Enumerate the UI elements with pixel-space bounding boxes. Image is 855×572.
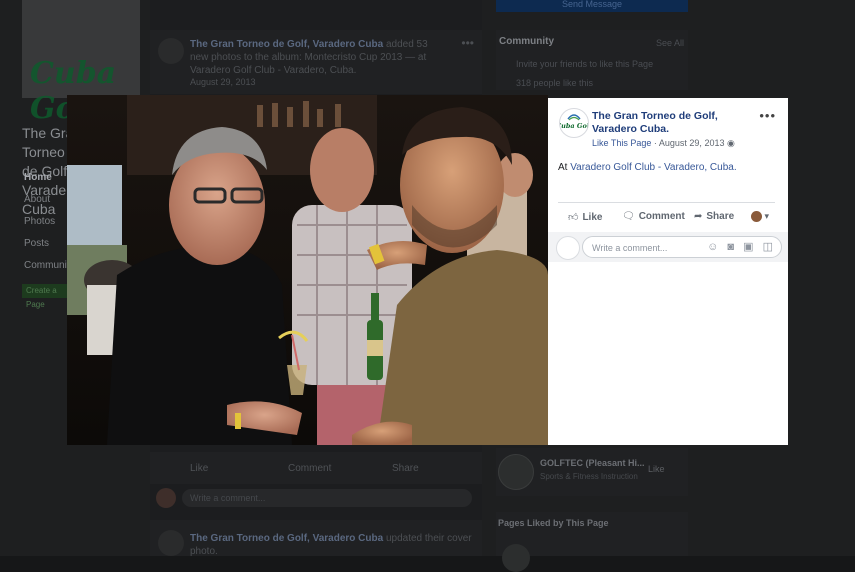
location-link[interactable]: Varadero Golf Club - Varadero, Cuba. (570, 162, 736, 173)
cuba-golf-logo-icon: Cuba Golf (560, 114, 588, 130)
post-more-icon[interactable]: ••• (461, 36, 474, 50)
divider (558, 202, 775, 203)
camera-icon[interactable]: ◙ (727, 241, 734, 253)
post-comment-row: Write a comment... (156, 488, 476, 510)
comment-label: Comment (638, 211, 685, 222)
share-label: Share (706, 211, 735, 222)
post-share-button[interactable]: Share (392, 463, 419, 474)
svg-text:Cuba Golf: Cuba Golf (560, 122, 588, 130)
post-2-page-name[interactable]: The Gran Torneo de Golf, Varadero Cuba (190, 533, 383, 544)
likes-count: 318 people like this (516, 78, 594, 88)
chevron-down-icon: ▾ (764, 211, 770, 221)
post-comment-button[interactable]: Comment (288, 463, 331, 474)
lightbox-page-name[interactable]: The Gran Torneo de Golf, Varadero Cuba. (592, 110, 762, 136)
like-this-page-link[interactable]: Like This Page (592, 138, 651, 148)
comment-button[interactable]: 🗨︎ Comment (622, 211, 685, 222)
pages-liked-box: Pages Liked by This Page (496, 512, 688, 572)
reaction-selector[interactable]: ▾ (751, 211, 770, 223)
suggested-page-avatar[interactable] (498, 454, 534, 490)
suggested-page-like-button[interactable]: Like (648, 464, 665, 474)
sticker-icon[interactable]: ◫ (763, 241, 773, 253)
page-avatar[interactable]: Cuba Golf (559, 108, 589, 138)
create-page-button[interactable]: Create a Page (22, 284, 71, 309)
lightbox-date[interactable]: August 29, 2013 (659, 138, 725, 148)
commenter-avatar (156, 488, 176, 508)
post-text: The Gran Torneo de Golf, Varadero Cuba a… (190, 38, 440, 77)
share-button[interactable]: ➦ Share (694, 211, 734, 222)
post-header: The Gran Torneo de Golf, Varadero Cuba a… (150, 30, 482, 94)
comment-input[interactable] (590, 240, 704, 256)
suggested-page: GOLFTEC (Pleasant Hi... Sports & Fitness… (496, 448, 688, 496)
post-2: The Gran Torneo de Golf, Varadero Cuba u… (150, 520, 482, 558)
composer-avatar (556, 236, 580, 260)
post-date[interactable]: August 29, 2013 (190, 76, 256, 89)
lightbox-meta: Like This Page · August 29, 2013 ◉ (592, 138, 735, 149)
location-prefix: At (558, 162, 571, 173)
gif-icon[interactable]: ▣ (743, 241, 753, 253)
community-box: Community See All Invite your friends to… (496, 30, 688, 90)
post-like-button[interactable]: Like (190, 463, 208, 474)
post-action-bar: Like Comment Share (150, 452, 482, 484)
send-message-button[interactable]: Send Message (496, 0, 688, 12)
see-all-link[interactable]: See All (656, 38, 684, 48)
liked-page-avatar[interactable] (502, 544, 530, 572)
share-icon: ➦ (694, 211, 703, 222)
comment-box[interactable]: ☺ ◙ ▣ ◫ (582, 236, 782, 258)
comment-icon: 🗨︎ (622, 211, 635, 222)
thumbs-up-icon: 👍︎ (568, 212, 579, 223)
community-heading: Community (499, 36, 554, 47)
emoji-icon[interactable]: ☺ (707, 241, 718, 253)
photo-image (67, 95, 548, 445)
comment-icons: ☺ ◙ ▣ ◫ (701, 240, 773, 253)
suggested-page-name[interactable]: GOLFTEC (Pleasant Hi... (540, 458, 645, 468)
location-line: At Varadero Golf Club - Varadero, Cuba. (558, 162, 737, 173)
post-2-text: The Gran Torneo de Golf, Varadero Cuba u… (190, 532, 480, 558)
lightbox-photo[interactable] (67, 95, 548, 445)
lightbox-side-panel: Cuba Golf The Gran Torneo de Golf, Varad… (548, 98, 788, 445)
post-page-name[interactable]: The Gran Torneo de Golf, Varadero Cuba (190, 39, 383, 50)
pages-liked-heading[interactable]: Pages Liked by This Page (498, 518, 609, 528)
lightbox-action-bar: 👍︎ Like 🗨︎ Comment ➦ Share ▾ (558, 205, 775, 229)
post-avatar[interactable] (158, 38, 184, 64)
globe-icon: ◉ (726, 138, 735, 148)
more-options-icon[interactable]: ••• (759, 108, 776, 123)
post-2-avatar[interactable] (158, 530, 184, 556)
like-button[interactable]: 👍︎ Like (568, 211, 602, 223)
like-label: Like (582, 212, 603, 223)
suggested-page-category: Sports & Fitness Instruction (540, 472, 638, 481)
comment-composer: ☺ ◙ ▣ ◫ (548, 232, 788, 262)
post-comment-input[interactable]: Write a comment... (182, 489, 472, 507)
user-avatar-small (751, 211, 762, 223)
invite-friends-link[interactable]: Invite your friends to like this Page (516, 59, 653, 69)
